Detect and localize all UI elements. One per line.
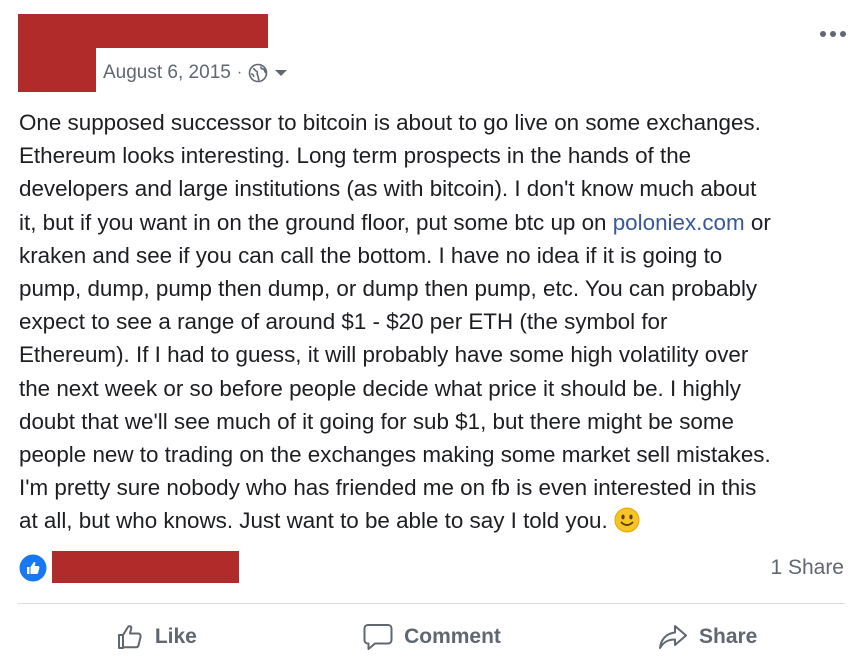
post-line-text: at all, but who knows. Just want to be a… [19, 508, 608, 534]
share-label: Share [698, 625, 758, 648]
comment-bubble-icon [362, 622, 394, 652]
post-line: the next week or so before people decide… [19, 375, 741, 401]
globe-icon [248, 63, 268, 83]
more-options-icon[interactable] [818, 28, 848, 40]
chevron-down-icon[interactable] [274, 68, 288, 78]
post-line: developers and large institutions (as wi… [19, 176, 757, 202]
post-line: kraken and see if you can call the botto… [19, 242, 723, 268]
post-line-with-link: it, but if you want in on the ground flo… [19, 206, 849, 239]
comment-button[interactable]: Comment [294, 612, 570, 662]
post-line-last: at all, but who knows. Just want to be a… [19, 504, 849, 542]
poloniex-link[interactable]: poloniex.com [613, 210, 745, 235]
post-line: One supposed successor to bitcoin is abo… [19, 110, 761, 135]
post-line: Ethereum). If I had to guess, it will pr… [19, 342, 749, 368]
action-divider [18, 603, 845, 604]
redacted-avatar [18, 48, 96, 92]
post-line: Ethereum looks interesting. Long term pr… [19, 143, 692, 169]
post-line-text: it, but if you want in on the ground flo… [19, 209, 613, 235]
share-count[interactable]: 1 Share [770, 556, 844, 580]
share-button[interactable]: Share [569, 612, 845, 662]
post-line: expect to see a range of around $1 - $20… [19, 309, 668, 335]
meta-separator: · [236, 64, 243, 81]
like-badge-icon[interactable] [19, 554, 47, 582]
post-line: pump, dump, pump then dump, or dump then… [19, 276, 758, 302]
post-line-suffix: or [744, 209, 771, 235]
post-date[interactable]: August 6, 2015 [103, 62, 231, 84]
thumbs-up-icon [115, 622, 145, 652]
post-body: One supposed successor to bitcoin is abo… [19, 106, 849, 543]
post-meta: August 6, 2015 · [103, 60, 288, 86]
post-line: I'm pretty sure nobody who has friended … [19, 475, 757, 501]
redacted-author-name [18, 14, 268, 48]
action-bar: Like Comment Share [18, 612, 845, 662]
redacted-reactor-names [52, 551, 239, 583]
smile-emoji-icon [614, 507, 640, 542]
like-label: Like [154, 625, 197, 648]
like-button[interactable]: Like [18, 612, 294, 662]
facebook-post: August 6, 2015 · One supposed successor … [0, 0, 866, 664]
comment-label: Comment [404, 625, 501, 648]
share-arrow-icon [657, 622, 689, 652]
post-line: doubt that we'll see much of it going fo… [19, 408, 734, 434]
post-line: people new to trading on the exchanges m… [19, 442, 771, 468]
